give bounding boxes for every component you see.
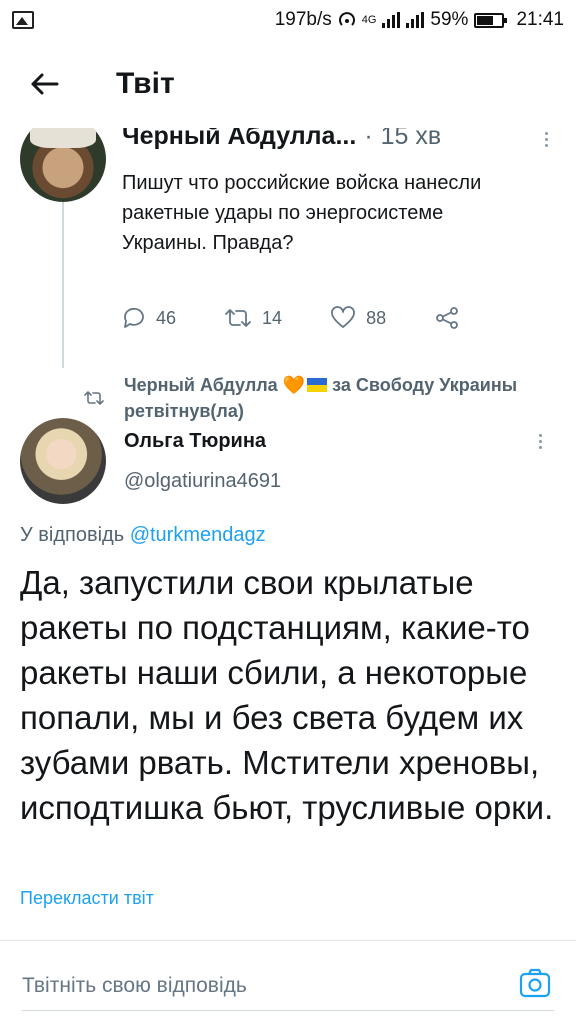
app-header: Твіт <box>0 40 576 128</box>
tweet-time-separator: · <box>364 128 373 150</box>
clock: 21:41 <box>516 9 564 30</box>
share-icon <box>436 307 458 329</box>
parent-tweet-text: Пишут что российские войска нанесли раке… <box>122 172 482 254</box>
divider <box>0 940 576 941</box>
network-type: 4G <box>361 14 377 26</box>
arrow-left-icon <box>31 73 59 95</box>
avatar-parent[interactable] <box>20 128 106 202</box>
retweet-context-icon <box>84 391 104 405</box>
retweet-count: 14 <box>262 307 283 328</box>
status-bar-right: 197b/s 4G 59% 21:41 <box>275 9 564 31</box>
camera-icon <box>519 968 551 998</box>
reply-to-line: У відповідь @turkmendagz <box>20 524 266 547</box>
signal-icon <box>382 12 401 28</box>
ukraine-flag-icon <box>307 378 328 392</box>
reply-to-handle-link[interactable]: @turkmendagz <box>130 524 266 546</box>
tweet-actions: 46 14 88 <box>122 306 518 330</box>
like-button[interactable]: 88 <box>330 306 386 330</box>
more-options-icon[interactable] <box>536 132 556 147</box>
tweet-time: 15 хв <box>380 128 442 150</box>
avatar-reply[interactable] <box>20 418 106 504</box>
share-button[interactable] <box>434 306 470 330</box>
reply-button[interactable]: 46 <box>122 307 176 329</box>
battery-icon <box>474 12 508 28</box>
hotspot-icon <box>338 12 355 26</box>
image-notification-icon <box>12 11 34 29</box>
reply-author-name[interactable]: Ольга Тюрина <box>124 430 266 453</box>
reply-author: Ольга Тюрина @olgatiurina4691 <box>0 418 576 508</box>
status-bar: 197b/s 4G 59% 21:41 <box>0 0 576 40</box>
reply-author-handle[interactable]: @olgatiurina4691 <box>124 470 281 493</box>
retweet-icon <box>225 309 251 327</box>
reply-count: 46 <box>156 307 177 328</box>
retweeted-by[interactable]: Черный Абдулла 🧡 за Свободу Украины ретв… <box>124 372 564 424</box>
retweeter-slogan: за Свободу Украины <box>332 375 518 395</box>
parent-tweet[interactable]: Черный Абдулла... · 15 хв Пишут что росс… <box>0 128 576 368</box>
translate-tweet-link[interactable]: Перекласти твіт <box>20 888 154 909</box>
retweet-button[interactable]: 14 <box>224 307 282 329</box>
parent-tweet-header: Черный Абдулла... · 15 хв <box>122 128 556 151</box>
camera-button[interactable] <box>518 966 552 1000</box>
reply-icon <box>124 307 144 328</box>
reply-composer <box>0 950 576 1020</box>
back-button[interactable] <box>16 56 72 112</box>
reply-to-label: У відповідь <box>20 524 125 546</box>
net-speed: 197b/s <box>274 9 332 30</box>
battery-percent: 59% <box>430 9 469 30</box>
like-count: 88 <box>366 307 387 328</box>
page-title: Твіт <box>116 67 175 100</box>
author-name[interactable]: Черный Абдулла... <box>122 128 356 151</box>
composer-underline <box>22 1010 554 1011</box>
reply-input[interactable] <box>22 968 482 1004</box>
thread-line <box>62 202 64 368</box>
orange-heart-emoji: 🧡 <box>282 375 306 395</box>
reply-tweet-text: Да, запустили свои крылатые ракеты по по… <box>20 564 554 826</box>
heart-icon <box>331 306 355 328</box>
retweeter-name: Черный Абдулла <box>124 375 278 395</box>
more-options-icon[interactable] <box>530 434 550 449</box>
signal-2-icon <box>406 12 425 28</box>
